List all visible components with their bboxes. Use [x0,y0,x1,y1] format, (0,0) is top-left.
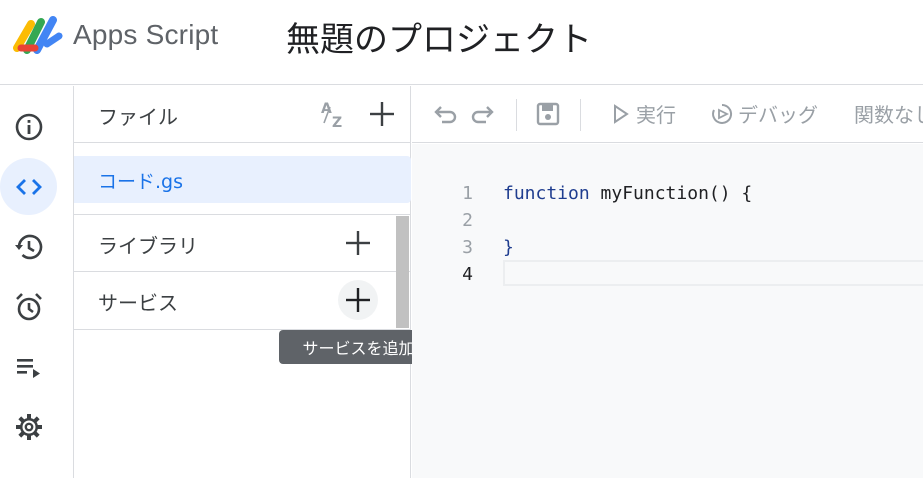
nav-executions-log-button[interactable] [0,338,57,395]
file-panel: ファイル A Z コード.gs ライブラリ サービス [74,86,411,478]
code-icon [15,178,42,195]
svg-text:Z: Z [332,115,342,129]
sort-az-icon[interactable]: A Z [320,99,350,129]
code-line: 4 [412,261,923,288]
line-number: 4 [462,264,473,285]
code-editor[interactable]: 1 function myFunction() { 2 3 } 4 [412,144,923,478]
files-label: ファイル [98,105,178,129]
save-icon[interactable] [534,100,562,128]
libraries-label: ライブラリ [98,234,198,258]
app-header: Apps Script 無題のプロジェクト [0,0,923,85]
panel-scrollbar[interactable] [396,216,409,328]
nav-executions-button[interactable] [0,218,57,275]
code-text: myFunction() { [589,183,753,204]
project-title[interactable]: 無題のプロジェクト [286,12,592,61]
toolbar-divider [516,99,517,131]
playlist-icon [16,358,40,378]
nav-settings-button[interactable] [0,398,57,455]
plus-icon [346,288,370,312]
add-service-button[interactable] [338,280,378,320]
run-label: 実行 [636,103,676,127]
function-select[interactable]: 関数なし [854,99,923,128]
line-number: 2 [462,210,473,231]
code-line: 2 [412,207,923,234]
apps-script-logo-icon[interactable] [13,14,65,54]
nav-editor-button[interactable] [0,158,57,215]
editor-toolbar: 実行 デバッグ 関数なし [412,86,923,143]
debug-icon [712,103,733,124]
alarm-icon [15,292,42,320]
toolbar-divider [580,99,581,131]
info-icon [15,113,42,140]
services-section-header: サービス [74,272,411,330]
run-button[interactable]: 実行 [608,86,688,142]
code-keyword: function [503,183,590,204]
code-keyword: } [503,237,514,258]
add-library-button[interactable] [338,223,378,263]
nav-triggers-button[interactable] [0,278,57,335]
line-number: 3 [462,237,473,258]
play-icon [614,104,629,124]
plus-icon [346,231,370,255]
libraries-section-header: ライブラリ [74,214,411,272]
undo-icon[interactable] [430,100,458,128]
line-number: 1 [462,183,473,204]
plus-icon [370,102,394,126]
add-file-button[interactable] [362,94,402,134]
services-label: サービス [98,291,178,315]
left-nav-rail [0,86,74,478]
history-icon [14,234,42,259]
app-name[interactable]: Apps Script [73,19,218,51]
debug-button[interactable]: デバッグ [706,86,836,142]
file-item-code-gs[interactable]: コード.gs [74,156,411,203]
code-line: 1 function myFunction() { [412,180,923,207]
code-line: 3 } [412,234,923,261]
file-name: コード.gs [98,171,183,193]
gear-icon [15,413,42,440]
nav-overview-button[interactable] [0,98,57,155]
files-section-header: ファイル A Z [74,86,411,143]
debug-label: デバッグ [738,103,818,127]
redo-icon[interactable] [470,100,498,128]
